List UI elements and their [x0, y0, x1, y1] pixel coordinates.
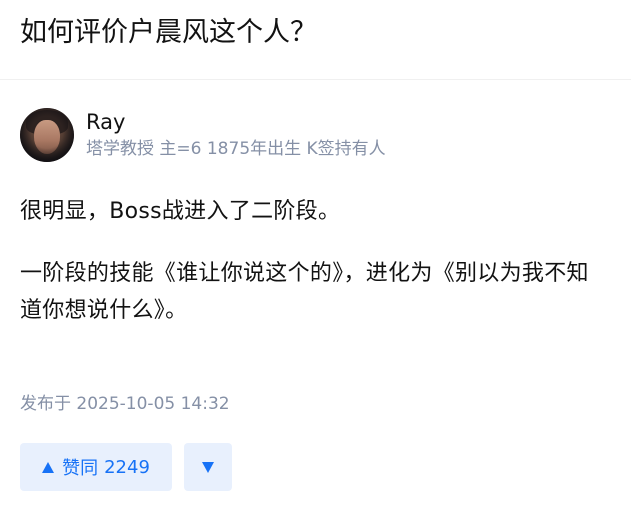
author-block: Ray 塔学教授 主=6 1875年出生 K签持有人 — [20, 80, 611, 164]
vote-up-label: 赞同 — [62, 458, 99, 479]
vote-down-button[interactable] — [184, 443, 232, 491]
question-title[interactable]: 如何评价户晨风这个人？ — [20, 14, 631, 52]
answer-content: 很明显，Boss战进入了二阶段。 一阶段的技能《谁让你说这个的》，进化为《别以为… — [20, 193, 611, 329]
author-info: Ray 塔学教授 主=6 1875年出生 K签持有人 — [86, 108, 386, 161]
answer-paragraph: 很明显，Boss战进入了二阶段。 — [20, 199, 341, 224]
vote-up-button[interactable]: 赞同 2249 — [20, 443, 172, 491]
author-name[interactable]: Ray — [86, 108, 386, 136]
avatar-shade — [20, 108, 74, 162]
avatar[interactable] — [20, 108, 74, 162]
author-bio: 塔学教授 主=6 1875年出生 K签持有人 — [86, 139, 386, 159]
publish-time[interactable]: 发布于 2025-10-05 14:32 — [20, 392, 230, 416]
answer-paragraph: 一阶段的技能《谁让你说这个的》，进化为《别以为我不知道你想说什么》。 — [20, 261, 589, 323]
triangle-up-icon — [42, 461, 55, 473]
vote-actions: 赞同 2249 — [20, 443, 232, 491]
question-header: 如何评价户晨风这个人？ — [0, 0, 631, 80]
vote-up-count: 2249 — [104, 456, 150, 478]
triangle-down-icon — [202, 461, 214, 473]
answer-card: Ray 塔学教授 主=6 1875年出生 K签持有人 很明显，Boss战进入了二… — [0, 80, 631, 491]
